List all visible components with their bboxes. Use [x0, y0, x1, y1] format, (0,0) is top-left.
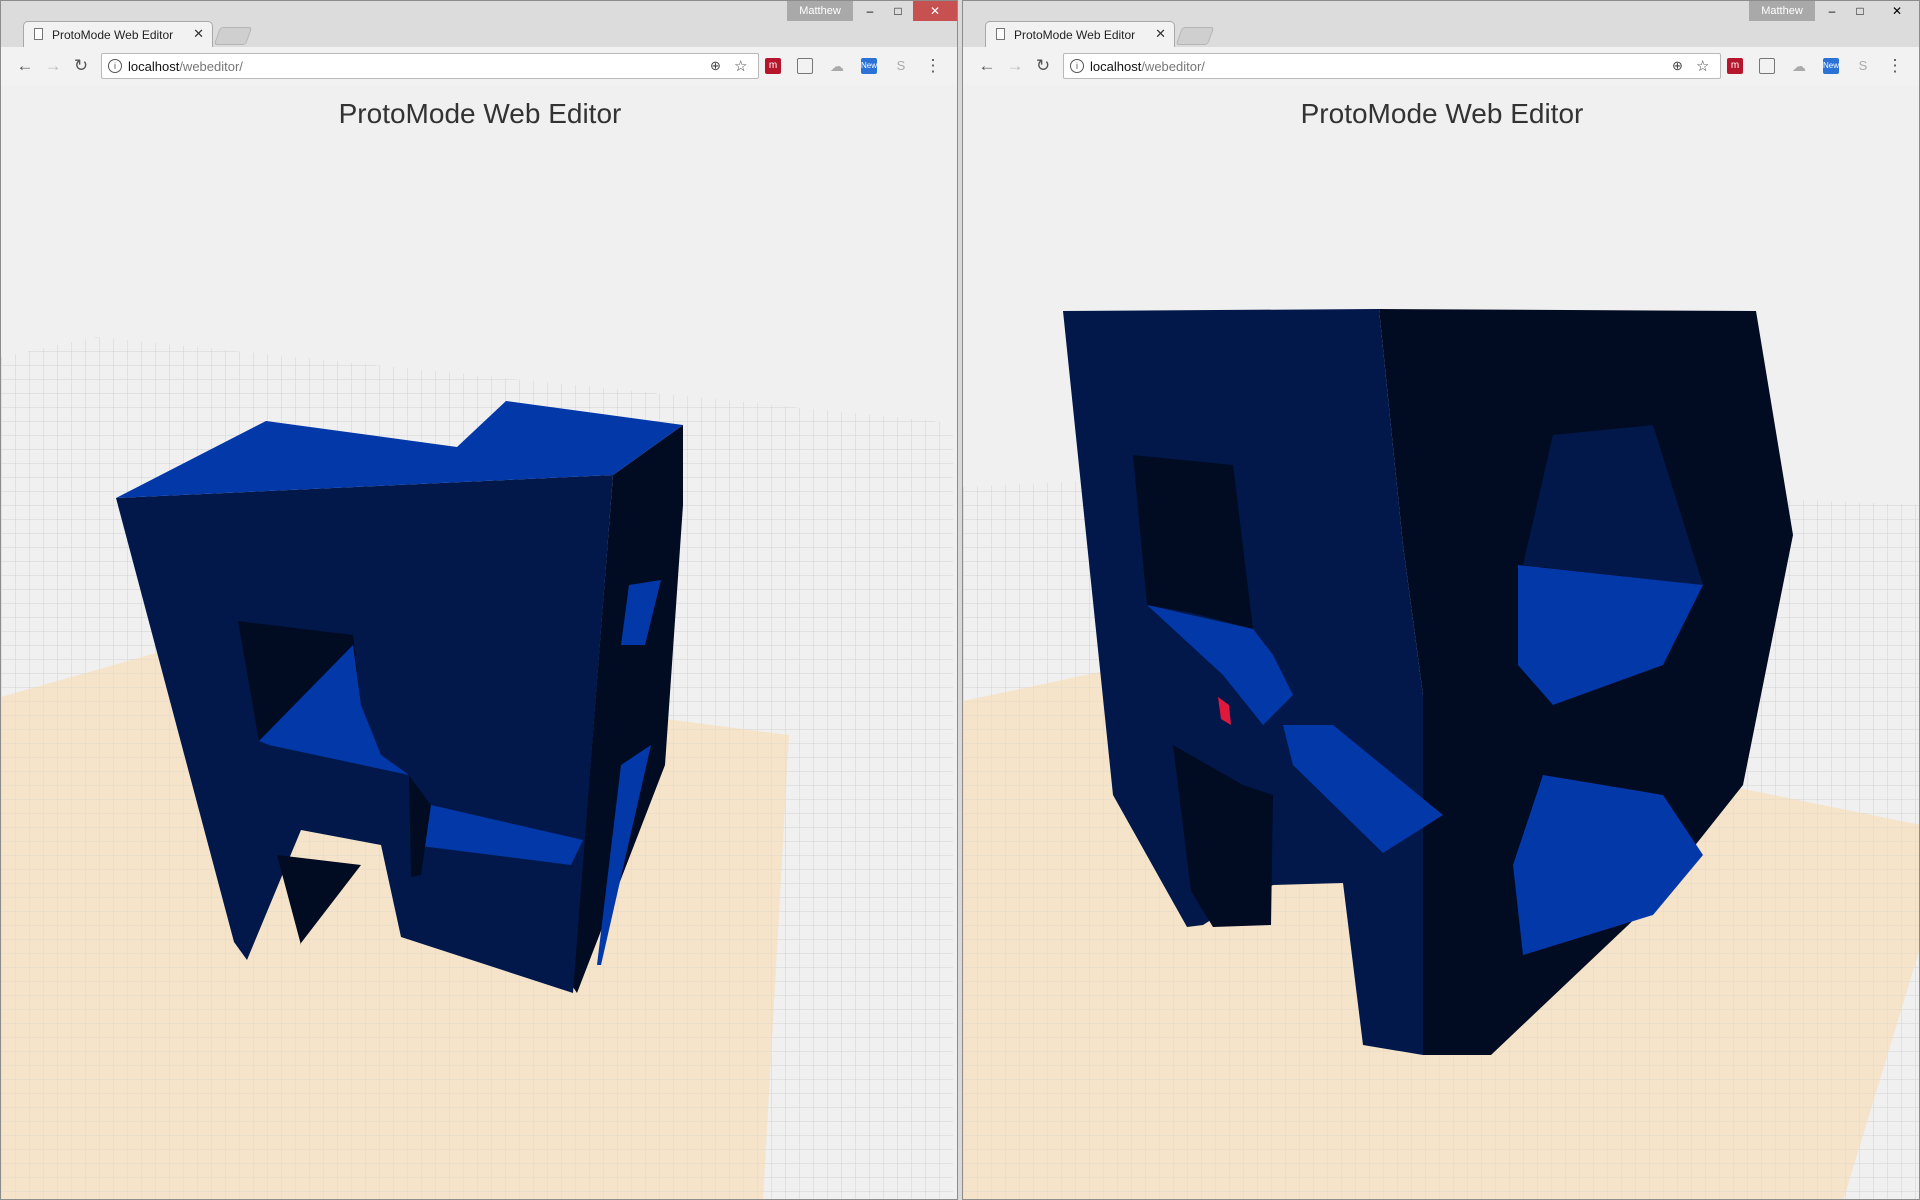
- info-icon[interactable]: i: [108, 59, 122, 73]
- forward-icon[interactable]: →: [43, 56, 63, 76]
- maximize-button[interactable]: □: [885, 1, 911, 21]
- star-icon[interactable]: ☆: [1696, 57, 1709, 75]
- 3d-viewport[interactable]: ProtoMode Web Editor: [963, 85, 1919, 1199]
- cast-icon[interactable]: [1759, 58, 1775, 74]
- title-bar[interactable]: ProtoMode Web Editor ✕ Matthew – □ ✕: [1, 1, 957, 48]
- tab-close-icon[interactable]: ✕: [1155, 26, 1166, 42]
- browser-tab[interactable]: ProtoMode Web Editor ✕: [985, 21, 1175, 48]
- kebab-menu-icon[interactable]: ⋮: [1885, 56, 1905, 76]
- skype-extension-icon[interactable]: S: [893, 58, 909, 74]
- reload-icon[interactable]: ↻: [71, 56, 91, 76]
- browser-tab[interactable]: ProtoMode Web Editor ✕: [23, 21, 213, 48]
- tab-title: ProtoMode Web Editor: [1014, 28, 1136, 42]
- kebab-menu-icon[interactable]: ⋮: [923, 56, 943, 76]
- tab-title: ProtoMode Web Editor: [52, 28, 174, 42]
- zoom-icon[interactable]: ⊕: [1672, 58, 1683, 74]
- cast-icon[interactable]: [797, 58, 813, 74]
- zoom-icon[interactable]: ⊕: [710, 58, 721, 74]
- maximize-button[interactable]: □: [1847, 1, 1873, 21]
- star-icon[interactable]: ☆: [734, 57, 747, 75]
- address-bar[interactable]: i localhost/webeditor/ ⊕ ☆: [1063, 53, 1721, 79]
- page-heading: ProtoMode Web Editor: [339, 98, 622, 129]
- back-icon[interactable]: ←: [15, 56, 35, 76]
- profile-name-badge[interactable]: Matthew: [787, 1, 853, 21]
- page-content: ProtoMode Web Editor: [963, 85, 1919, 1199]
- red-extension-icon[interactable]: m: [765, 58, 781, 74]
- cloud-extension-icon[interactable]: ☁: [1791, 58, 1807, 74]
- document-icon: [34, 28, 43, 40]
- minimize-button[interactable]: –: [857, 1, 883, 21]
- browser-toolbar: ← → ↻ i localhost/webeditor/ ⊕ ☆ m ☁ New…: [1, 47, 957, 86]
- tab-close-icon[interactable]: ✕: [193, 26, 204, 42]
- new-tab-button[interactable]: [1175, 27, 1215, 45]
- new-tab-button[interactable]: [213, 27, 253, 45]
- address-bar[interactable]: i localhost/webeditor/ ⊕ ☆: [101, 53, 759, 79]
- browser-window-right: ProtoMode Web Editor ✕ Matthew – □ ✕ ← →…: [962, 0, 1920, 1200]
- forward-icon[interactable]: →: [1005, 56, 1025, 76]
- cloud-extension-icon[interactable]: ☁: [829, 58, 845, 74]
- back-icon[interactable]: ←: [977, 56, 997, 76]
- close-window-button[interactable]: ✕: [1875, 1, 1919, 21]
- title-bar[interactable]: ProtoMode Web Editor ✕ Matthew – □ ✕: [963, 1, 1919, 48]
- browser-window-left: ProtoMode Web Editor ✕ Matthew – □ ✕ ← →…: [0, 0, 958, 1200]
- 3d-viewport[interactable]: ProtoMode Web Editor: [1, 85, 957, 1199]
- profile-name-badge[interactable]: Matthew: [1749, 1, 1815, 21]
- news-extension-icon[interactable]: New: [861, 58, 877, 74]
- minimize-button[interactable]: –: [1819, 1, 1845, 21]
- document-icon: [996, 28, 1005, 40]
- page-heading: ProtoMode Web Editor: [1301, 98, 1584, 129]
- reload-icon[interactable]: ↻: [1033, 56, 1053, 76]
- url-text[interactable]: localhost/webeditor/: [1090, 59, 1205, 74]
- news-extension-icon[interactable]: New: [1823, 58, 1839, 74]
- url-text[interactable]: localhost/webeditor/: [128, 59, 243, 74]
- red-extension-icon[interactable]: m: [1727, 58, 1743, 74]
- page-content: ProtoMode Web Editor: [1, 85, 957, 1199]
- browser-toolbar: ← → ↻ i localhost/webeditor/ ⊕ ☆ m ☁ New…: [963, 47, 1919, 86]
- close-window-button[interactable]: ✕: [913, 1, 957, 21]
- info-icon[interactable]: i: [1070, 59, 1084, 73]
- skype-extension-icon[interactable]: S: [1855, 58, 1871, 74]
